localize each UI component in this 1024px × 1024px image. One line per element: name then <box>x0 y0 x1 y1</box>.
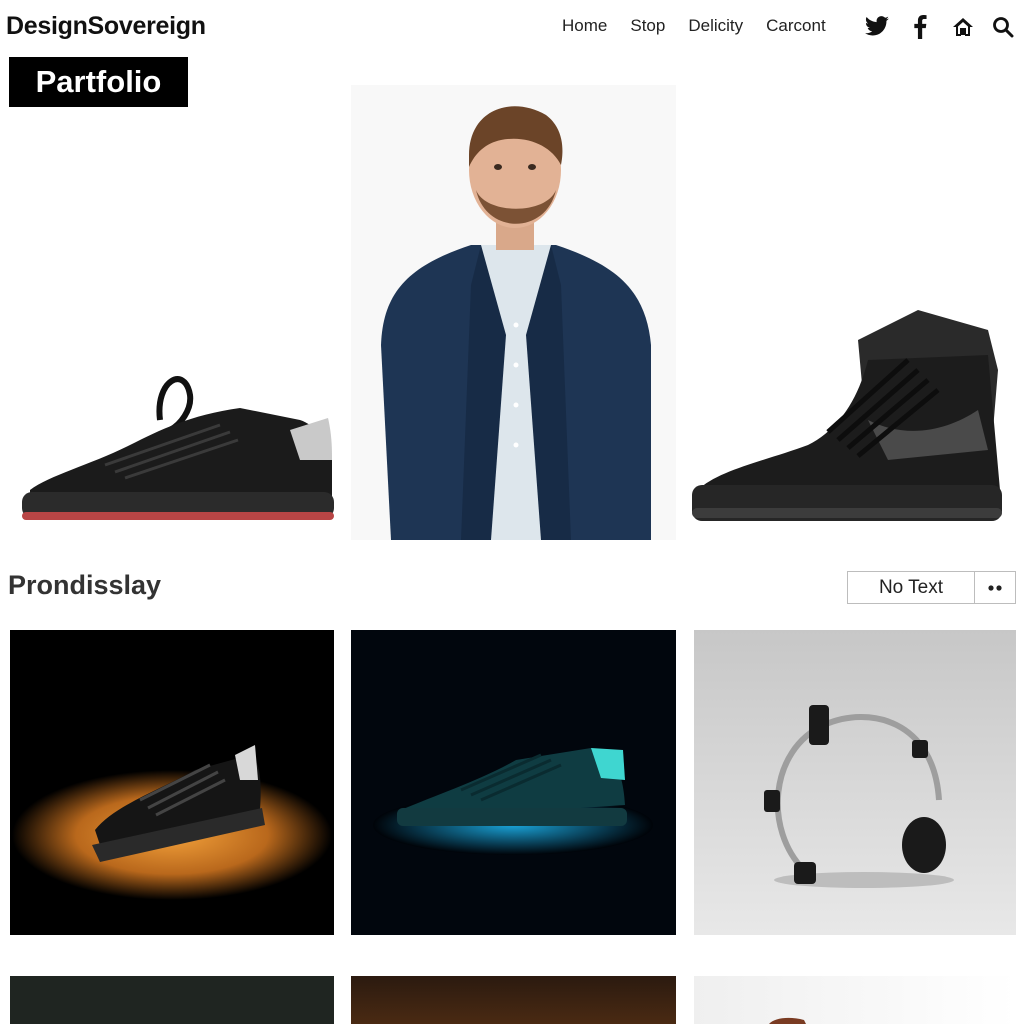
product-tile-headset[interactable] <box>694 630 1016 935</box>
section-title: Prondisslay <box>8 570 162 600</box>
section-controls: No Text <box>847 571 1016 604</box>
nav-delicity[interactable]: Delicity <box>688 16 743 36</box>
nav-stop[interactable]: Stop <box>630 16 665 36</box>
product-tile-dark-green[interactable] <box>10 976 334 1024</box>
facebook-icon[interactable] <box>907 14 933 40</box>
hero-image-portrait[interactable] <box>351 85 676 540</box>
product-tile-teal-sneaker[interactable] <box>351 630 676 935</box>
home-icon[interactable] <box>950 14 976 40</box>
search-icon[interactable] <box>990 14 1016 40</box>
hero-image-sneaker-low[interactable] <box>10 300 340 540</box>
product-tile-light[interactable] <box>694 976 1016 1024</box>
main-nav: Home Stop Delicity Carcont <box>562 16 849 36</box>
twitter-icon[interactable] <box>864 14 890 40</box>
hero-image-sneaker-high[interactable] <box>688 300 1006 540</box>
product-tile-dark-brown[interactable] <box>351 976 676 1024</box>
product-tile-orange-sneaker[interactable] <box>10 630 334 935</box>
more-dots-icon[interactable] <box>975 572 1015 603</box>
nav-carcont[interactable]: Carcont <box>766 16 826 36</box>
nav-home[interactable]: Home <box>562 16 607 36</box>
site-brand[interactable]: DesignSovereign <box>6 12 206 41</box>
portfolio-badge: Partfolio <box>9 57 188 107</box>
no-text-button[interactable]: No Text <box>848 572 975 603</box>
